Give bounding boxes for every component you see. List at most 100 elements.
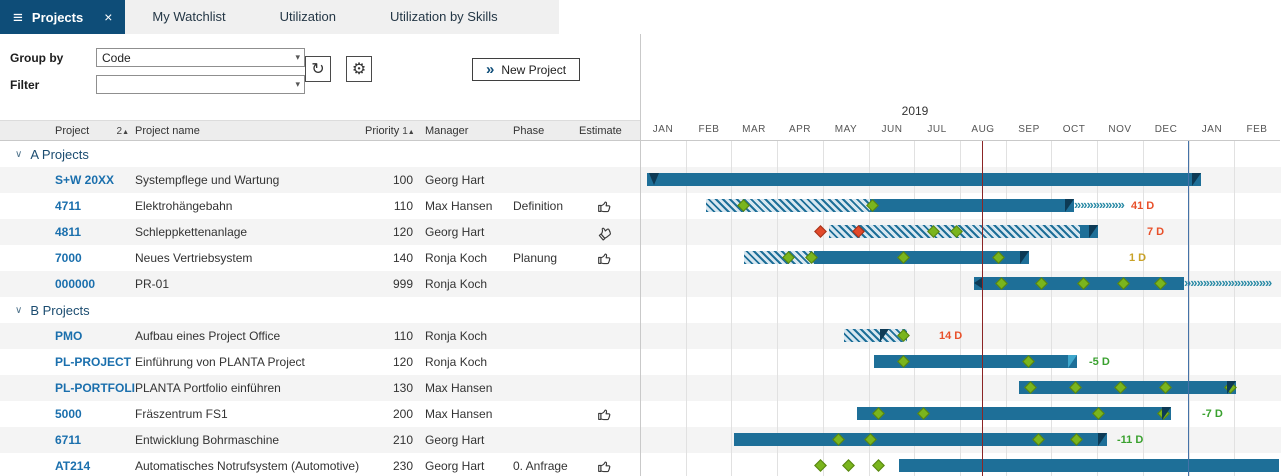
- tab-utilization-by-skills[interactable]: Utilization by Skills: [363, 0, 525, 34]
- gantt-bar-arrows[interactable]: »»»»»»»»: [1074, 199, 1130, 212]
- thumbs-up-icon[interactable]: [597, 251, 612, 266]
- project-code[interactable]: AT214: [55, 459, 135, 473]
- project-code[interactable]: PMO: [55, 329, 135, 343]
- tab-my-watchlist[interactable]: My Watchlist: [125, 0, 252, 34]
- project-name: Entwicklung Bohrmaschine: [135, 433, 365, 447]
- delay-label: -5 D: [1089, 356, 1110, 368]
- project-name: PLANTA Portfolio einführen: [135, 381, 365, 395]
- gantt-row: 14 D: [640, 323, 1280, 349]
- manager-value: Max Hansen: [425, 407, 513, 421]
- table-column-headers: Project 2▲ Project name Priority 1▲ Mana…: [0, 120, 640, 141]
- manager-value: Max Hansen: [425, 199, 513, 213]
- delay-label: 1 D: [1129, 252, 1146, 264]
- milestone-diamond-green[interactable]: [872, 459, 885, 472]
- manager-value: Ronja Koch: [425, 329, 513, 343]
- gantt-bar-solid[interactable]: [857, 407, 1171, 420]
- priority-value: 130: [365, 381, 425, 395]
- chevron-down-icon: ▾: [295, 52, 300, 63]
- group-by-value: Code: [102, 51, 131, 65]
- project-code[interactable]: PL-PROJECT: [55, 355, 135, 369]
- refresh-button[interactable]: ↻: [305, 56, 331, 82]
- sort-indicator-priority[interactable]: 1▲: [402, 125, 415, 137]
- sort-indicator-project[interactable]: 2▲: [117, 125, 130, 137]
- header-phase[interactable]: Phase: [513, 125, 579, 137]
- project-code[interactable]: 5000: [55, 407, 135, 421]
- gantt-bar-hatched[interactable]: [744, 251, 814, 264]
- thumbs-sideways-icon[interactable]: [594, 221, 615, 242]
- tab-utilization[interactable]: Utilization: [253, 0, 363, 34]
- gantt-bar-hatched[interactable]: [706, 199, 870, 212]
- manager-value: Georg Hart: [425, 225, 513, 239]
- project-code[interactable]: 000000: [55, 277, 135, 291]
- hamburger-menu-icon[interactable]: ≡: [13, 9, 23, 26]
- header-project[interactable]: Project 2▲: [55, 125, 135, 137]
- gantt-bar-solid[interactable]: [870, 199, 1074, 212]
- pane-divider[interactable]: [640, 34, 641, 476]
- milestone-diamond-red[interactable]: [814, 225, 827, 238]
- header-phase-label: Phase: [513, 125, 544, 137]
- project-name: Systempflege und Wartung: [135, 173, 365, 187]
- phase-value: Definition: [513, 199, 579, 213]
- month-label: FEB: [1234, 120, 1280, 140]
- header-project-label: Project: [55, 125, 89, 137]
- project-name: Automatisches Notrufsystem (Automotive): [135, 459, 365, 473]
- project-code[interactable]: 4811: [55, 225, 135, 239]
- gantt-bar-solid[interactable]: [899, 459, 1279, 472]
- new-project-button[interactable]: » New Project: [472, 58, 580, 81]
- bar-end-marker: [880, 329, 889, 342]
- priority-value: 230: [365, 459, 425, 473]
- header-project-name-label: Project name: [135, 125, 200, 137]
- chevron-down-icon[interactable]: ∨: [15, 305, 22, 316]
- project-code[interactable]: 6711: [55, 433, 135, 447]
- project-code[interactable]: S+W 20XX: [55, 173, 135, 187]
- bar-end-marker: [649, 173, 659, 185]
- gantt-row: -11 D: [640, 427, 1280, 453]
- gantt-bar-solid[interactable]: [1019, 381, 1236, 394]
- manager-value: Ronja Koch: [425, 355, 513, 369]
- gantt-row: 7 D: [640, 219, 1280, 245]
- filter-select[interactable]: ▾: [96, 75, 305, 94]
- project-code[interactable]: 7000: [55, 251, 135, 265]
- milestone-diamond-green[interactable]: [814, 459, 827, 472]
- month-label: JAN: [1189, 120, 1235, 140]
- manager-value: Georg Hart: [425, 173, 513, 187]
- phase-value: Planung: [513, 251, 579, 265]
- header-project-name[interactable]: Project name: [135, 125, 365, 137]
- header-priority[interactable]: Priority 1▲: [365, 125, 425, 137]
- priority-value: 120: [365, 355, 425, 369]
- month-label: JUL: [914, 120, 960, 140]
- project-name: Aufbau eines Project Office: [135, 329, 365, 343]
- close-tab-icon[interactable]: ×: [104, 9, 112, 25]
- project-code[interactable]: PL-PORTFOLIO: [55, 381, 135, 395]
- thumbs-up-icon[interactable]: [597, 459, 612, 474]
- priority-value: 120: [365, 225, 425, 239]
- priority-value: 100: [365, 173, 425, 187]
- month-label: SEP: [1006, 120, 1052, 140]
- gantt-row: [640, 453, 1280, 476]
- chevron-down-icon[interactable]: ∨: [15, 149, 22, 160]
- month-label: MAY: [823, 120, 869, 140]
- gantt-bar-solid[interactable]: [734, 433, 1107, 446]
- project-code[interactable]: 4711: [55, 199, 135, 213]
- group-by-select[interactable]: Code ▾: [96, 48, 305, 67]
- month-label: MAR: [731, 120, 777, 140]
- thumbs-up-icon[interactable]: [597, 407, 612, 422]
- thumbs-up-icon[interactable]: [597, 199, 612, 214]
- estimate-cell: [579, 225, 640, 240]
- gantt-bar-arrows[interactable]: »»»»»»»»»»»»»»: [1184, 277, 1279, 290]
- tab-projects-active[interactable]: ≡ Projects ×: [0, 0, 125, 34]
- group-label: A Projects: [30, 147, 89, 162]
- project-name: Elektrohängebahn: [135, 199, 365, 213]
- bar-end-marker: [1162, 407, 1171, 420]
- project-name: Schleppkettenanlage: [135, 225, 365, 239]
- header-estimate[interactable]: Estimate: [579, 125, 640, 137]
- estimate-cell: [579, 407, 640, 422]
- delay-label: 7 D: [1147, 226, 1164, 238]
- milestone-diamond-green[interactable]: [842, 459, 855, 472]
- header-manager[interactable]: Manager: [425, 125, 513, 137]
- bar-end-marker: [1192, 173, 1201, 186]
- gantt-row: [640, 375, 1280, 401]
- priority-value: 200: [365, 407, 425, 421]
- settings-button[interactable]: ⚙: [346, 56, 372, 82]
- gantt-bar-solid[interactable]: [647, 173, 1201, 186]
